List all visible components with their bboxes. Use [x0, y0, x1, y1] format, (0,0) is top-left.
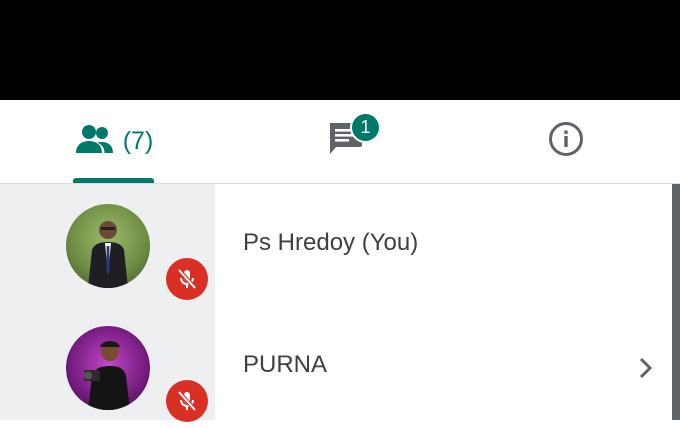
participant-name: PURNA: [243, 351, 328, 378]
status-bar-area: [0, 0, 680, 100]
chevron-right-icon[interactable]: [636, 356, 656, 380]
avatar: [66, 204, 150, 288]
scrollbar[interactable]: [672, 184, 680, 420]
tab-bar: (7) 1: [0, 100, 680, 184]
mic-off-icon: [166, 258, 208, 300]
tab-selected-indicator: [73, 178, 154, 183]
tab-people[interactable]: (7): [62, 100, 166, 183]
participant-list: Ps Hredoy (You) PURNA: [0, 184, 680, 422]
people-icon: [75, 123, 115, 160]
participant-row[interactable]: PURNA: [0, 306, 672, 428]
info-icon: [548, 121, 584, 162]
participant-name: Ps Hredoy (You): [243, 229, 419, 256]
tab-chat[interactable]: [300, 100, 390, 183]
participant-row[interactable]: Ps Hredoy (You): [0, 184, 672, 306]
participant-count: (7): [122, 127, 154, 155]
avatar: [66, 326, 150, 410]
chat-unread-badge: 1: [350, 112, 381, 143]
tab-info[interactable]: [530, 100, 602, 183]
mic-off-icon: [166, 380, 208, 422]
